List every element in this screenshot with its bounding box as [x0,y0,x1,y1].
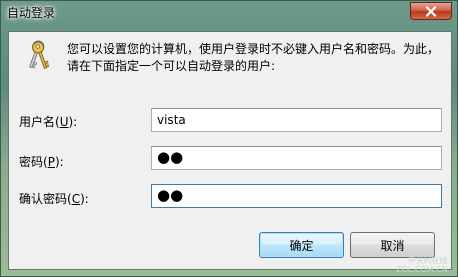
password-label-suffix: ): [54,155,64,169]
dialog-content: 您可以设置您的计算机，使用户登录时不必键入用户名和密码。为此， 请在下面指定一个… [8,31,452,270]
username-input[interactable]: vista [151,108,442,132]
cancel-button[interactable]: 取消 [350,232,435,258]
confirm-label-text: 确认密码( [19,192,72,206]
confirm-label-suffix: ): [80,192,89,206]
confirm-password-label: 确认密码(C): [19,190,89,207]
title-bar[interactable]: 自动登录 [1,1,457,23]
password-mnemonic: P [47,155,55,169]
username-label: 用户名(U): [19,113,77,130]
username-label-text: 用户名( [19,115,60,129]
keys-icon [21,39,55,73]
password-input[interactable]: ●● [151,146,442,170]
confirm-password-input[interactable]: ●● [151,184,442,208]
watermark-line-1: 中关村在线 [407,256,448,265]
close-icon [425,5,437,17]
watermark-line-2: ZOL.COM.CN [396,265,448,274]
username-label-suffix: ): [68,115,78,129]
confirm-mnemonic: C [71,192,81,206]
instruction-line-2: 请在下面指定一个可以自动登录的用户: [67,59,276,73]
window-title: 自动登录 [7,6,56,20]
ok-button[interactable]: 确定 [259,232,344,258]
close-button[interactable] [410,2,452,20]
instruction-line-1: 您可以设置您的计算机，使用户登录时不必键入用户名和密码。为此， [67,42,440,56]
dialog-window: 自动登录 您可以设置您的计算机，使用户登录时不必键入用户名和密码。为此， 请在下… [0,0,458,277]
watermark-logo: 中关村在线 ZOL.COM.CN [396,256,448,274]
password-label: 密码(P): [19,153,64,170]
instruction-text: 您可以设置您的计算机，使用户登录时不必键入用户名和密码。为此， 请在下面指定一个… [67,41,447,75]
password-label-text: 密码( [19,155,48,169]
